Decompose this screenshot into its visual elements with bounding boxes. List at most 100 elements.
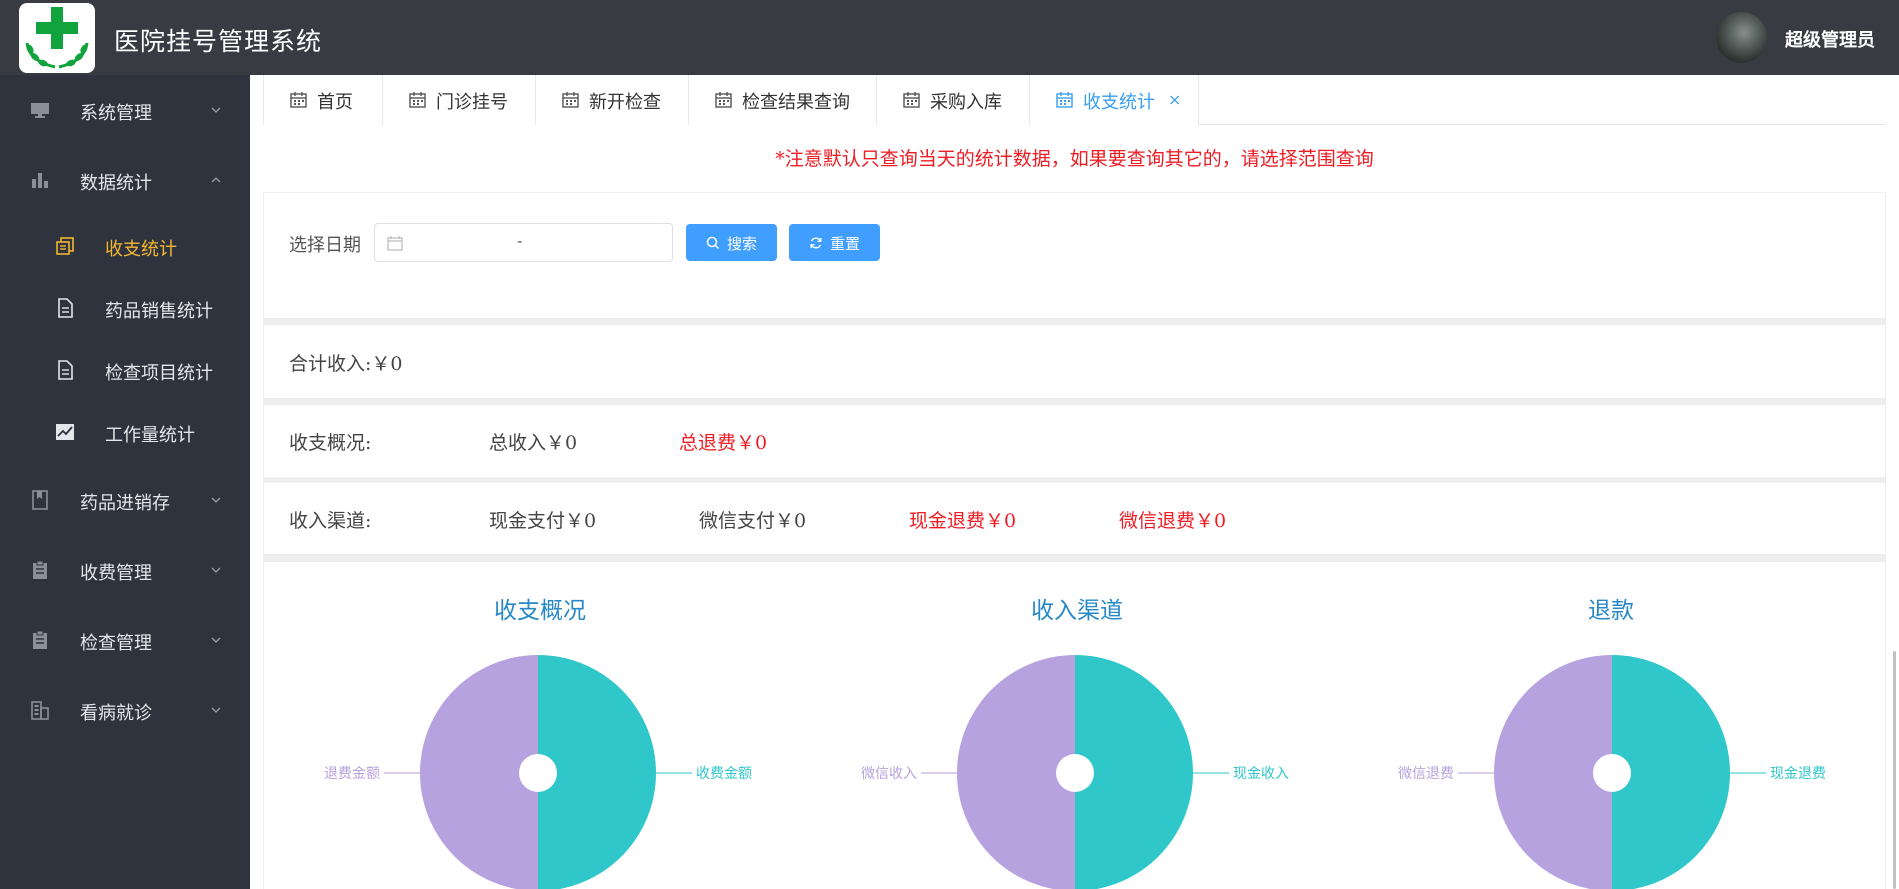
- overview-card: 收支概况: 总收入￥0 总退费￥0: [263, 404, 1886, 478]
- calendar-icon: [562, 92, 579, 108]
- tab-exam-results[interactable]: 检查结果查询: [688, 75, 877, 125]
- calendar-icon: [409, 92, 426, 108]
- chevron-down-icon: [211, 567, 221, 573]
- refresh-icon: [810, 237, 822, 249]
- pie-slice-label: 微信退费: [1398, 766, 1454, 782]
- building-icon: [31, 701, 49, 720]
- sidebar-item-medical-visit[interactable]: 看病就诊: [0, 675, 250, 745]
- sidebar-item-label: 检查管理: [80, 633, 152, 654]
- pie-chart: 现金收入 微信收入: [861, 655, 1289, 889]
- pie-chart: 收费金额 退费金额: [324, 655, 752, 889]
- sidebar-item-system-management[interactable]: 系统管理: [0, 75, 250, 145]
- red-cross-logo-icon: [25, 7, 89, 69]
- date-range-picker[interactable]: -: [374, 223, 673, 262]
- sidebar-subitem-label: 药品销售统计: [105, 301, 213, 322]
- app-title: 医院挂号管理系统: [114, 27, 323, 56]
- sidebar-item-label: 收费管理: [80, 563, 152, 584]
- filter-card: 选择日期 - 搜索 重置: [263, 192, 1886, 319]
- tab-label: 采购入库: [930, 92, 1002, 113]
- channel-label: 收入渠道:: [289, 510, 372, 532]
- pie-slice-label: 现金退费: [1770, 766, 1826, 782]
- calendar-icon: [387, 236, 403, 251]
- overview-income: 总收入￥0: [489, 432, 578, 454]
- chevron-down-icon: [211, 107, 221, 113]
- pie-center-hole: [1056, 754, 1094, 792]
- chevron-down-icon: [211, 637, 221, 643]
- hospital-logo: [19, 3, 95, 73]
- tab-new-exam[interactable]: 新开检查: [535, 75, 689, 125]
- search-button[interactable]: 搜索: [686, 224, 777, 261]
- sidebar-subitem-label: 工作量统计: [105, 425, 195, 446]
- tab-label: 新开检查: [589, 92, 661, 113]
- date-range-separator: -: [517, 231, 523, 250]
- scrollbar[interactable]: [1893, 651, 1896, 889]
- sidebar: 系统管理 数据统计 收支统计 药品销售统计 检查项目统计 工作量统计 药品进销存…: [0, 75, 250, 889]
- reset-button-label: 重置: [830, 235, 861, 253]
- total-income-card: 合计收入:￥0: [263, 324, 1886, 399]
- sidebar-subitem-income-expense-stats[interactable]: 收支统计: [0, 215, 250, 277]
- pie-center-hole: [519, 754, 557, 792]
- search-icon: [706, 236, 720, 250]
- overview-refund: 总退费￥0: [679, 432, 768, 454]
- tab-home[interactable]: 首页: [263, 75, 383, 125]
- sidebar-subitem-exam-item-stats[interactable]: 检查项目统计: [0, 339, 250, 401]
- date-label: 选择日期: [289, 235, 361, 256]
- sidebar-subitem-drug-sales-stats[interactable]: 药品销售统计: [0, 277, 250, 339]
- sidebar-item-label: 数据统计: [80, 173, 152, 194]
- tab-label: 检查结果查询: [742, 92, 850, 113]
- cash-refund: 现金退费￥0: [909, 510, 1017, 532]
- chart-refund: 退款 现金退费 微信退费: [1338, 562, 1875, 889]
- sidebar-item-exam-management[interactable]: 检查管理: [0, 605, 250, 675]
- sidebar-item-billing-management[interactable]: 收费管理: [0, 535, 250, 605]
- sidebar-subitem-workload-stats[interactable]: 工作量统计: [0, 401, 250, 463]
- reset-button[interactable]: 重置: [789, 224, 880, 261]
- chevron-down-icon: [211, 707, 221, 713]
- close-icon[interactable]: ×: [1168, 90, 1181, 109]
- document-icon: [58, 360, 73, 380]
- trend-chart-icon: [56, 424, 74, 440]
- pie-slice-label: 收费金额: [696, 766, 752, 782]
- tab-income-expense-stats[interactable]: 收支统计 ×: [1029, 75, 1199, 125]
- user-avatar[interactable]: [1716, 12, 1767, 63]
- charts-card: 收支概况 收费金额 退费金额 收入渠道 现金收入 微信收入 退款 现金退费 微信退费: [263, 561, 1886, 889]
- sidebar-item-data-statistics[interactable]: 数据统计: [0, 145, 250, 215]
- cash-pay: 现金支付￥0: [489, 510, 597, 532]
- pie-slice-label: 微信收入: [861, 766, 917, 782]
- chevron-down-icon: [211, 497, 221, 503]
- calendar-icon: [1056, 92, 1073, 108]
- pie-center-hole: [1593, 754, 1631, 792]
- calendar-icon: [715, 92, 732, 108]
- income-channel-card: 收入渠道: 现金支付￥0 微信支付￥0 现金退费￥0 微信退费￥0: [263, 482, 1886, 555]
- copy-icon: [56, 237, 74, 255]
- clipboard-icon: [33, 630, 47, 649]
- tab-purchase-inbound[interactable]: 采购入库: [876, 75, 1030, 125]
- wechat-refund: 微信退费￥0: [1119, 510, 1227, 532]
- pie-chart: 现金退费 微信退费: [1398, 655, 1826, 889]
- calendar-icon: [903, 92, 920, 108]
- total-income-text: 合计收入:￥0: [289, 353, 403, 375]
- overview-label: 收支概况:: [289, 432, 372, 454]
- book-icon: [32, 490, 48, 510]
- calendar-icon: [290, 92, 307, 108]
- pie-slice-label: 现金收入: [1233, 766, 1289, 782]
- monitor-icon: [31, 103, 49, 118]
- tab-label: 收支统计: [1083, 92, 1155, 113]
- sidebar-item-label: 系统管理: [80, 103, 152, 124]
- user-name[interactable]: 超级管理员: [1785, 26, 1875, 52]
- bar-chart-icon: [32, 173, 48, 188]
- tab-outpatient-registration[interactable]: 门诊挂号: [382, 75, 536, 125]
- sidebar-item-label: 药品进销存: [80, 493, 170, 514]
- chevron-up-icon: [211, 177, 221, 183]
- pie-slice-label: 退费金额: [324, 766, 380, 782]
- sidebar-subitem-label: 收支统计: [105, 239, 177, 260]
- tab-label: 门诊挂号: [436, 92, 508, 113]
- app-header: 医院挂号管理系统 超级管理员: [0, 0, 1899, 75]
- chart-income-channel: 收入渠道 现金收入 微信收入: [801, 562, 1338, 889]
- chart-income-expense: 收支概况 收费金额 退费金额: [264, 562, 801, 889]
- document-icon: [58, 298, 73, 318]
- sidebar-item-drug-inventory[interactable]: 药品进销存: [0, 465, 250, 535]
- tab-label: 首页: [317, 92, 353, 113]
- search-button-label: 搜索: [727, 235, 758, 253]
- tab-bar: 首页 门诊挂号 新开检查 检查结果查询 采购入库 收支统计 ×: [263, 75, 1886, 125]
- sidebar-subitem-label: 检查项目统计: [105, 363, 213, 384]
